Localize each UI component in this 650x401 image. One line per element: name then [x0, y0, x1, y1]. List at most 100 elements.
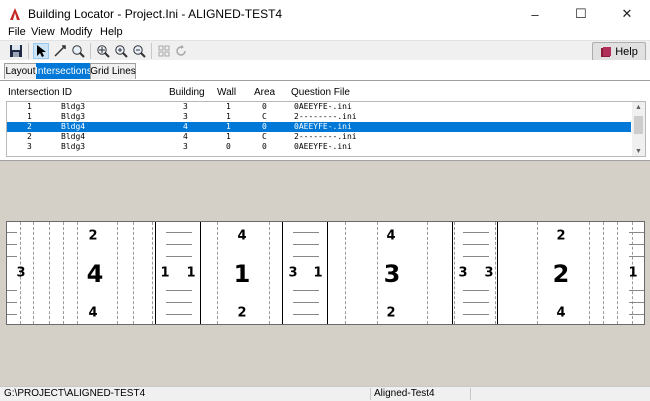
floor-line — [293, 232, 319, 233]
floor-line — [463, 232, 489, 233]
edge-tick — [7, 256, 17, 257]
grid-line — [217, 222, 218, 324]
floor-line — [166, 290, 192, 291]
floor-line — [463, 244, 489, 245]
close-button[interactable]: ✕ — [604, 0, 650, 28]
grid-line — [49, 222, 50, 324]
zoom-out-icon — [133, 45, 146, 58]
tab-grid-lines[interactable]: Grid Lines — [90, 63, 136, 79]
wall-number-label: 3 — [16, 265, 26, 281]
grid-line — [33, 222, 34, 324]
tab-strip: Layout Intersections Grid Lines — [0, 60, 650, 81]
save-button[interactable] — [8, 43, 24, 59]
scroll-up-icon[interactable]: ▲ — [632, 102, 645, 112]
toolbar: Help — [0, 40, 650, 61]
floor-line — [166, 302, 192, 303]
help-button[interactable]: Help — [592, 42, 646, 61]
table-row[interactable]: 1 Bldg3 3 1 0 0AEEYFE-.ini — [7, 102, 631, 112]
intersections-list[interactable]: 1 Bldg3 3 1 0 0AEEYFE-.ini 1 Bldg3 3 1 C 2--------.… — [6, 101, 646, 157]
building-number-label: 1 — [233, 260, 251, 288]
floor-line — [463, 256, 489, 257]
column-header-wall[interactable]: Wall — [217, 87, 236, 98]
floor-line — [166, 244, 192, 245]
status-divider — [470, 388, 471, 400]
building-number-label: 4 — [86, 260, 104, 288]
select-tool-button[interactable] — [33, 43, 49, 59]
grid-line — [603, 222, 604, 324]
edge-tick — [629, 314, 644, 315]
wall-number-label: 4 — [556, 305, 566, 321]
table-row[interactable]: 2 Bldg4 4 1 C 2--------.ini — [7, 132, 631, 142]
floor-line — [166, 256, 192, 257]
wall-number-label: 2 — [386, 305, 396, 321]
column-header-building[interactable]: Building — [169, 87, 205, 98]
list-scrollbar[interactable]: ▲ ▼ — [632, 102, 645, 156]
cell-area: C — [262, 132, 267, 141]
cell-building: 4 — [183, 122, 188, 131]
edge-tick — [7, 244, 17, 245]
cell-qfile: 2--------.ini — [294, 112, 357, 121]
wall-number-label: 4 — [386, 228, 396, 244]
zoom-out-button[interactable] — [131, 43, 147, 59]
menu-view[interactable]: View — [31, 26, 55, 38]
grid-line — [77, 222, 78, 324]
wall-number-label: 1 — [313, 265, 323, 281]
refresh-button[interactable] — [173, 43, 189, 59]
column-header-id[interactable]: ID — [62, 87, 72, 98]
scroll-down-icon[interactable]: ▼ — [632, 146, 645, 156]
menu-bar: File View Modify Help — [0, 26, 650, 40]
move-tool-button[interactable] — [52, 43, 68, 59]
cell-qfile: 0AEEYFE-.ini — [294, 122, 352, 131]
floor-line — [293, 302, 319, 303]
zoom-window-icon — [97, 45, 110, 58]
grid-button[interactable] — [156, 43, 172, 59]
zoom-in-button[interactable] — [113, 43, 129, 59]
edge-tick — [629, 302, 644, 303]
edge-tick — [7, 314, 17, 315]
scroll-thumb[interactable] — [634, 116, 643, 134]
menu-file[interactable]: File — [8, 26, 26, 38]
menu-help[interactable]: Help — [100, 26, 123, 38]
grid-line — [589, 222, 590, 324]
grid-line — [617, 222, 618, 324]
floor-line — [463, 290, 489, 291]
tab-intersections[interactable]: Intersections — [35, 63, 92, 79]
column-header-area[interactable]: Area — [254, 87, 275, 98]
list-header: Intersection ID Building Wall Area Quest… — [0, 85, 650, 101]
wall-number-label: 3 — [484, 265, 494, 281]
table-row[interactable]: 2 Bldg4 4 1 0 0AEEYFE-.ini — [7, 122, 631, 132]
maximize-button[interactable]: ☐ — [558, 0, 604, 28]
tab-layout[interactable]: Layout — [4, 63, 37, 79]
grid-line — [269, 222, 270, 324]
minimize-button[interactable]: – — [512, 0, 558, 28]
grid-line — [537, 222, 538, 324]
wall-number-label: 2 — [556, 228, 566, 244]
grid-line — [117, 222, 118, 324]
toolbar-separator — [151, 43, 152, 59]
zoom-extents-button[interactable] — [70, 43, 86, 59]
cell-wall: 1 — [226, 112, 231, 121]
table-row[interactable]: 1 Bldg3 3 1 C 2--------.ini — [7, 112, 631, 122]
cell-qfile: 0AEEYFE-.ini — [294, 102, 352, 111]
cell-wall: 1 — [226, 132, 231, 141]
menu-modify[interactable]: Modify — [60, 26, 92, 38]
building-number-label: 2 — [552, 260, 570, 288]
zoom-window-button[interactable] — [95, 43, 111, 59]
table-row[interactable]: 3 Bldg3 3 0 0 0AEEYFE-.ini — [7, 142, 631, 152]
save-icon — [10, 45, 22, 57]
cell-wall: 0 — [226, 142, 231, 151]
cell-building: 3 — [183, 112, 188, 121]
column-header-intersection[interactable]: Intersection — [8, 87, 60, 98]
title-bar: Building Locator - Project.Ini - ALIGNED… — [0, 0, 650, 28]
wall-number-label: 4 — [88, 305, 98, 321]
cell-building: 3 — [183, 102, 188, 111]
wall-number-label: 2 — [88, 228, 98, 244]
cell-id: Bldg3 — [61, 102, 86, 111]
wall-number-label: 1 — [160, 265, 170, 281]
grid-line — [377, 222, 378, 324]
refresh-icon — [176, 45, 186, 56]
column-header-question-file[interactable]: Question File — [291, 87, 350, 98]
cell-intersection: 2 — [27, 122, 32, 131]
floor-line — [166, 314, 192, 315]
building-strip[interactable]: 32441141231432332241 — [6, 221, 645, 325]
